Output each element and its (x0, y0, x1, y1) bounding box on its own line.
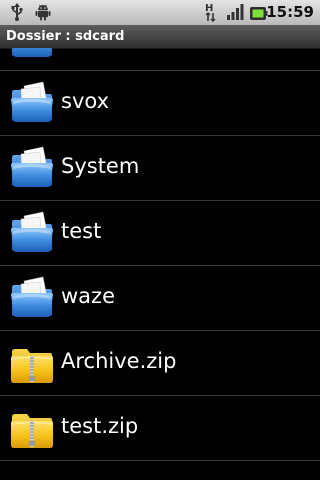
list-item-system[interactable]: System (0, 136, 320, 201)
folder-icon (9, 48, 55, 61)
clock: 15:59 (266, 3, 314, 21)
page-title: Dossier : sdcard (6, 29, 125, 44)
list-item-test-zip[interactable]: test.zip (0, 396, 320, 461)
list-item-label: test (61, 219, 102, 243)
folder-icon (9, 275, 55, 321)
list-item-pictures[interactable]: Pictures (0, 48, 320, 71)
list-item-label: waze (61, 284, 115, 308)
zip-file-icon (9, 405, 55, 451)
folder-icon (9, 80, 55, 126)
list-item-archive-zip[interactable]: Archive.zip (0, 331, 320, 396)
usb-icon (10, 3, 24, 25)
hsdpa-icon: H (204, 2, 218, 26)
zip-file-icon (9, 340, 55, 386)
file-list-inner: Pictures svox System test waze Archive.z (0, 48, 320, 461)
status-bar: H 15:59 (0, 0, 320, 25)
network-type-label: H (205, 3, 213, 14)
android-debug-icon (35, 3, 51, 25)
list-item-label: Pictures (61, 48, 144, 49)
list-item-test[interactable]: test (0, 201, 320, 266)
list-item-label: svox (61, 89, 109, 113)
file-list[interactable]: Pictures svox System test waze Archive.z (0, 48, 320, 480)
list-item-label: test.zip (61, 414, 139, 438)
list-item-waze[interactable]: waze (0, 266, 320, 331)
folder-icon (9, 210, 55, 256)
folder-icon (9, 145, 55, 191)
screen: H 15:59 Dossier : sdcard svox System tes… (0, 0, 320, 480)
signal-icon (226, 3, 244, 25)
list-item-label: System (61, 154, 140, 178)
list-item-label: Archive.zip (61, 349, 177, 373)
list-item-svox[interactable]: svox (0, 71, 320, 136)
title-bar: Dossier : sdcard (0, 25, 320, 49)
